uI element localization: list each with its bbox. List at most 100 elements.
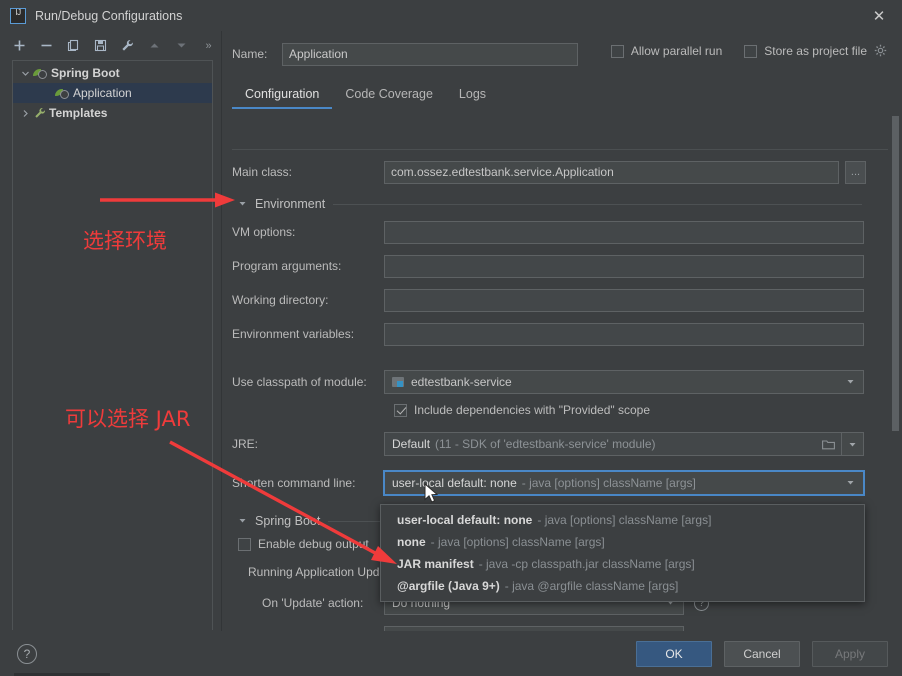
main-class-browse-button[interactable]: ...	[845, 160, 866, 184]
option-hint: - java -cp classpath.jar className [args…	[478, 557, 695, 571]
main-class-label: Main class:	[232, 165, 293, 179]
remove-button[interactable]	[39, 38, 54, 53]
tab-configuration[interactable]: Configuration	[232, 81, 332, 109]
jre-dropdown-button[interactable]	[842, 432, 864, 456]
dropdown-option-jar-manifest[interactable]: JAR manifest - java -cp classpath.jar cl…	[381, 553, 864, 575]
program-arguments-label: Program arguments:	[232, 259, 342, 273]
on-update-action-label: On 'Update' action:	[262, 596, 364, 610]
checkbox-box[interactable]	[744, 44, 758, 58]
browse-folder-icon[interactable]	[817, 432, 839, 456]
jre-label: JRE:	[232, 437, 259, 451]
vm-options-label: VM options:	[232, 225, 296, 239]
tree-node-label: Spring Boot	[51, 66, 120, 80]
add-button[interactable]	[12, 38, 27, 53]
apply-button[interactable]: Apply	[812, 640, 888, 667]
shorten-command-line-value: user-local default: none	[392, 476, 517, 490]
program-arguments-input[interactable]	[384, 254, 864, 278]
use-classpath-row: Use classpath of module: edtestbank-serv…	[232, 369, 902, 395]
spring-boot-icon	[33, 66, 47, 80]
option-hint: - java @argfile className [args]	[504, 579, 679, 593]
wrench-icon	[33, 107, 47, 119]
shorten-command-line-row: Shorten command line: user-local default…	[232, 470, 902, 496]
jre-value-hint: (11 - SDK of 'edtestbank-service' module…	[435, 437, 656, 451]
environment-variables-input[interactable]	[384, 322, 864, 346]
copy-configuration-button[interactable]	[66, 38, 81, 53]
store-as-project-file-label: Store as project file	[764, 44, 867, 58]
dropdown-option-none[interactable]: none - java [options] className [args]	[381, 531, 864, 553]
dialog-footer: ? OK Cancel Apply	[0, 631, 902, 676]
move-up-button[interactable]	[147, 38, 162, 53]
checkbox-box[interactable]	[610, 44, 624, 58]
ok-button[interactable]: OK	[636, 640, 712, 667]
environment-section-header[interactable]: Environment	[238, 197, 862, 211]
environment-section-title: Environment	[255, 197, 326, 211]
option-name: user-local default: none	[397, 513, 533, 527]
main-class-input[interactable]: com.ossez.edtestbank.service.Application	[384, 160, 839, 184]
move-down-button[interactable]	[174, 38, 189, 53]
save-configuration-button[interactable]	[93, 38, 108, 53]
shorten-command-line-value-hint: - java [options] className [args]	[521, 476, 696, 490]
checkbox-box[interactable]	[394, 403, 407, 417]
tab-code-coverage[interactable]: Code Coverage	[332, 81, 446, 109]
chevron-down-icon[interactable]	[238, 516, 247, 527]
jre-value: Default	[392, 437, 431, 451]
dropdown-option-user-local-default[interactable]: user-local default: none - java [options…	[381, 509, 864, 531]
dropdown-option-argfile[interactable]: @argfile (Java 9+) - java @argfile class…	[381, 575, 864, 597]
vm-options-input[interactable]	[384, 220, 864, 244]
close-icon[interactable]: ✕	[856, 0, 902, 31]
jre-input[interactable]: Default (11 - SDK of 'edtestbank-service…	[384, 432, 842, 456]
working-directory-input[interactable]	[384, 288, 864, 312]
use-classpath-value: edtestbank-service	[411, 375, 512, 389]
include-provided-checkbox[interactable]: Include dependencies with "Provided" sco…	[394, 403, 902, 417]
chevron-down-icon[interactable]	[846, 377, 859, 388]
use-classpath-combo[interactable]: edtestbank-service	[384, 370, 864, 394]
shorten-command-line-dropdown[interactable]: user-local default: none - java [options…	[380, 504, 865, 602]
store-as-project-file-checkbox[interactable]: Store as project file	[744, 44, 888, 58]
tree-node-spring-boot[interactable]: Spring Boot	[13, 63, 212, 83]
working-directory-row: Working directory:	[232, 287, 902, 313]
twisty-expanded-icon[interactable]	[17, 69, 33, 78]
chevron-down-icon[interactable]	[238, 199, 247, 210]
module-icon	[392, 376, 405, 388]
allow-parallel-run-label: Allow parallel run	[630, 44, 723, 58]
title-bar: Run/Debug Configurations ✕	[0, 0, 902, 31]
configurations-toolbar: »	[0, 31, 221, 60]
help-button[interactable]: ?	[17, 643, 37, 664]
editor-scrollbar[interactable]	[890, 31, 900, 631]
spring-boot-icon	[55, 86, 69, 100]
enable-debug-output-label: Enable debug output	[258, 537, 369, 551]
option-hint: - java [options] className [args]	[537, 513, 712, 527]
twisty-collapsed-icon[interactable]	[17, 109, 33, 118]
main-class-row: Main class: com.ossez.edtestbank.service…	[232, 159, 902, 185]
scrollbar-thumb[interactable]	[892, 116, 899, 431]
allow-parallel-run-checkbox[interactable]: Allow parallel run	[610, 44, 723, 58]
editor-tabs: Configuration Code Coverage Logs	[232, 81, 902, 109]
tree-node-application[interactable]: Application	[13, 83, 212, 103]
cancel-button[interactable]: Cancel	[724, 640, 800, 667]
name-input[interactable]: Application	[282, 42, 578, 66]
edit-templates-wrench-icon[interactable]	[120, 38, 135, 53]
program-arguments-row: Program arguments:	[232, 253, 902, 279]
intellij-logo-icon	[10, 7, 26, 24]
tabs-underline	[232, 149, 888, 150]
tree-node-templates[interactable]: Templates	[13, 103, 212, 123]
tab-logs[interactable]: Logs	[446, 81, 499, 109]
configurations-panel: » Spring Boot Application Templates	[0, 31, 221, 631]
tree-node-label: Application	[73, 86, 132, 100]
tree-node-label: Templates	[49, 106, 108, 120]
annotation-can-select-jar: 可以选择 JAR	[65, 407, 191, 431]
shorten-command-line-combo[interactable]: user-local default: none - java [options…	[383, 470, 865, 496]
option-hint: - java [options] className [args]	[430, 535, 605, 549]
header-options: Allow parallel run Store as project file	[610, 44, 888, 58]
footer-buttons: OK Cancel Apply	[636, 640, 888, 667]
jre-row: JRE: Default (11 - SDK of 'edtestbank-se…	[232, 431, 902, 457]
chevron-down-icon[interactable]	[846, 478, 859, 489]
more-options-button[interactable]: »	[201, 38, 216, 53]
configurations-tree[interactable]: Spring Boot Application Templates	[12, 60, 213, 630]
environment-variables-label: Environment variables:	[232, 327, 355, 341]
vm-options-row: VM options:	[232, 219, 902, 245]
dialog-body: » Spring Boot Application Templates Name…	[0, 31, 902, 631]
gear-icon[interactable]	[874, 44, 888, 58]
checkbox-box[interactable]	[238, 537, 251, 551]
working-directory-label: Working directory:	[232, 293, 329, 307]
